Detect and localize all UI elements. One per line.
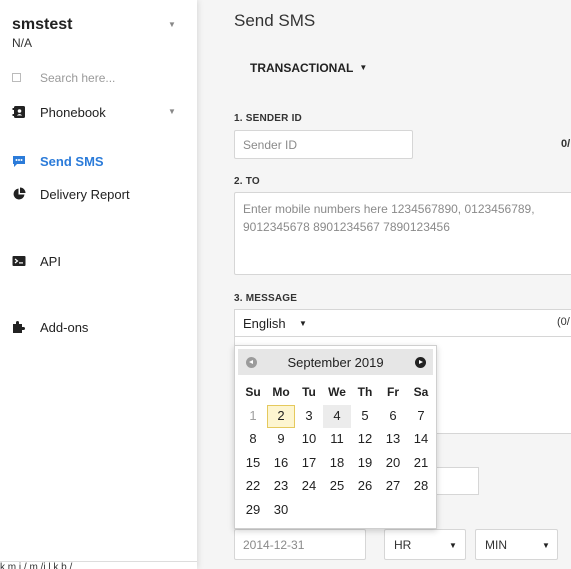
chevron-down-icon: ▼ (168, 107, 176, 116)
sidebar-item-add-ons[interactable]: Add-ons (0, 316, 197, 340)
sidebar-item-label: Add-ons (40, 320, 89, 335)
date-picker: September 2019 Su Mo Tu We Th Fr Sa 1234567891… (234, 345, 437, 529)
calendar-day[interactable]: 10 (295, 428, 323, 452)
calendar-empty-cell (323, 499, 351, 523)
sidebar-item-phonebook[interactable]: Phonebook ▼ (0, 101, 197, 125)
message-type-dropdown[interactable]: TRANSACTIONAL ▼ (250, 61, 367, 75)
weekday-row: Su Mo Tu We Th Fr Sa (239, 381, 435, 405)
sidebar-item-send-sms[interactable]: Send SMS (0, 150, 197, 174)
weekday-header: Sa (413, 385, 429, 399)
calendar-day[interactable]: 7 (407, 405, 435, 429)
user-subtitle: N/A (12, 36, 33, 50)
weekday-header: Mo (272, 385, 290, 399)
calendar-day[interactable]: 23 (267, 475, 295, 499)
search-input[interactable] (40, 70, 180, 86)
week-row: 1234567 (239, 404, 435, 429)
calendar-day[interactable]: 5 (351, 405, 379, 429)
language-dropdown[interactable]: English ▼ (234, 309, 571, 337)
user-name[interactable]: smstest (12, 16, 72, 34)
calendar-day[interactable]: 11 (323, 428, 351, 452)
week-row: 22 23 24 25 26 27 28 (239, 475, 435, 499)
week-row: 15 16 17 18 19 20 21 (239, 452, 435, 476)
calendar-day[interactable]: 15 (239, 452, 267, 476)
chevron-down-icon: ▼ (359, 63, 368, 72)
calendar-day[interactable]: 13 (379, 428, 407, 452)
sender-id-count: 0/ (561, 138, 571, 150)
calendar-day[interactable]: 28 (407, 475, 435, 499)
schedule-date-input[interactable] (234, 529, 366, 560)
hour-select[interactable]: HR ▼ (384, 529, 466, 560)
search-icon (12, 73, 21, 82)
weekday-header: Fr (387, 385, 399, 399)
weekday-header: Su (245, 385, 261, 399)
sender-id-input[interactable] (234, 130, 413, 159)
calendar-day[interactable]: 27 (379, 475, 407, 499)
calendar-day[interactable]: 18 (323, 452, 351, 476)
week-row: 8 9 10 11 12 13 14 (239, 428, 435, 452)
calendar-day[interactable]: 14 (407, 428, 435, 452)
status-bar-url: k m i / m /i l k b / (0, 561, 197, 569)
calendar-day[interactable]: 6 (379, 405, 407, 429)
message-label: 3. MESSAGE (234, 293, 298, 304)
sidebar-search (0, 70, 197, 88)
calendar-day[interactable]: 24 (295, 475, 323, 499)
date-picker-grid: Su Mo Tu We Th Fr Sa 1 2 3 4 5 6 7 8 9 10 11 12 13 14 15 16 17… (239, 381, 435, 522)
calendar-empty-cell (351, 499, 379, 523)
chevron-down-icon: ▼ (299, 319, 307, 328)
next-month-icon[interactable] (415, 357, 426, 368)
chevron-down-icon: ▼ (449, 541, 457, 550)
sidebar-item-delivery-report[interactable]: Delivery Report (0, 183, 197, 207)
sender-id-label: 1. SENDER ID (234, 113, 302, 124)
page-title: Send SMS (234, 11, 316, 30)
weekday-header: Th (357, 385, 373, 399)
minute-select-label: MIN (485, 538, 507, 552)
weekday-header: Tu (302, 385, 316, 399)
calendar-day[interactable]: 9 (267, 428, 295, 452)
phonebook-icon (12, 106, 25, 118)
calendar-empty-cell (379, 499, 407, 523)
calendar-day[interactable]: 3 (295, 405, 323, 429)
message-char-count: (0/ (557, 316, 570, 328)
calendar-day[interactable]: 8 (239, 428, 267, 452)
sidebar-item-label: API (40, 254, 61, 269)
week-row: 29 30 (239, 499, 435, 523)
user-menu-caret-icon[interactable]: ▼ (168, 20, 176, 29)
calendar-day[interactable]: 21 (407, 452, 435, 476)
calendar-day[interactable]: 30 (267, 499, 295, 523)
puzzle-icon (13, 321, 25, 333)
calendar-empty-cell (295, 499, 323, 523)
calendar-empty-cell (407, 499, 435, 523)
date-picker-month-title: September 2019 (287, 355, 384, 370)
pie-chart-icon (13, 187, 26, 200)
recipients-textarea[interactable] (234, 192, 571, 275)
calendar-day[interactable]: 12 (351, 428, 379, 452)
calendar-day[interactable]: 29 (239, 499, 267, 523)
sidebar: smstest N/A ▼ Phonebook ▼ Send SMS Del (0, 0, 197, 569)
sidebar-item-label: Send SMS (40, 154, 104, 169)
calendar-day[interactable]: 17 (295, 452, 323, 476)
date-picker-header: September 2019 (238, 349, 433, 375)
calendar-day: 1 (249, 407, 257, 423)
calendar-day[interactable]: 19 (351, 452, 379, 476)
language-label: English (243, 316, 286, 331)
calendar-day[interactable]: 4 (323, 404, 351, 428)
calendar-day[interactable]: 20 (379, 452, 407, 476)
calendar-day[interactable]: 26 (351, 475, 379, 499)
chat-icon (13, 156, 25, 167)
sidebar-item-label: Phonebook (40, 105, 106, 120)
sidebar-item-label: Delivery Report (40, 187, 130, 202)
weekday-header: We (328, 385, 346, 399)
terminal-icon (12, 256, 26, 266)
hour-select-label: HR (394, 538, 412, 552)
minute-select[interactable]: MIN ▼ (475, 529, 558, 560)
calendar-day[interactable]: 2 (267, 404, 295, 428)
sidebar-item-api[interactable]: API (0, 250, 197, 274)
schedule-field[interactable] (435, 467, 479, 495)
calendar-day[interactable]: 25 (323, 475, 351, 499)
message-type-label: TRANSACTIONAL (250, 61, 354, 75)
calendar-day[interactable]: 22 (239, 475, 267, 499)
chevron-down-icon: ▼ (542, 541, 550, 550)
calendar-day[interactable]: 16 (267, 452, 295, 476)
to-label: 2. TO (234, 176, 260, 187)
